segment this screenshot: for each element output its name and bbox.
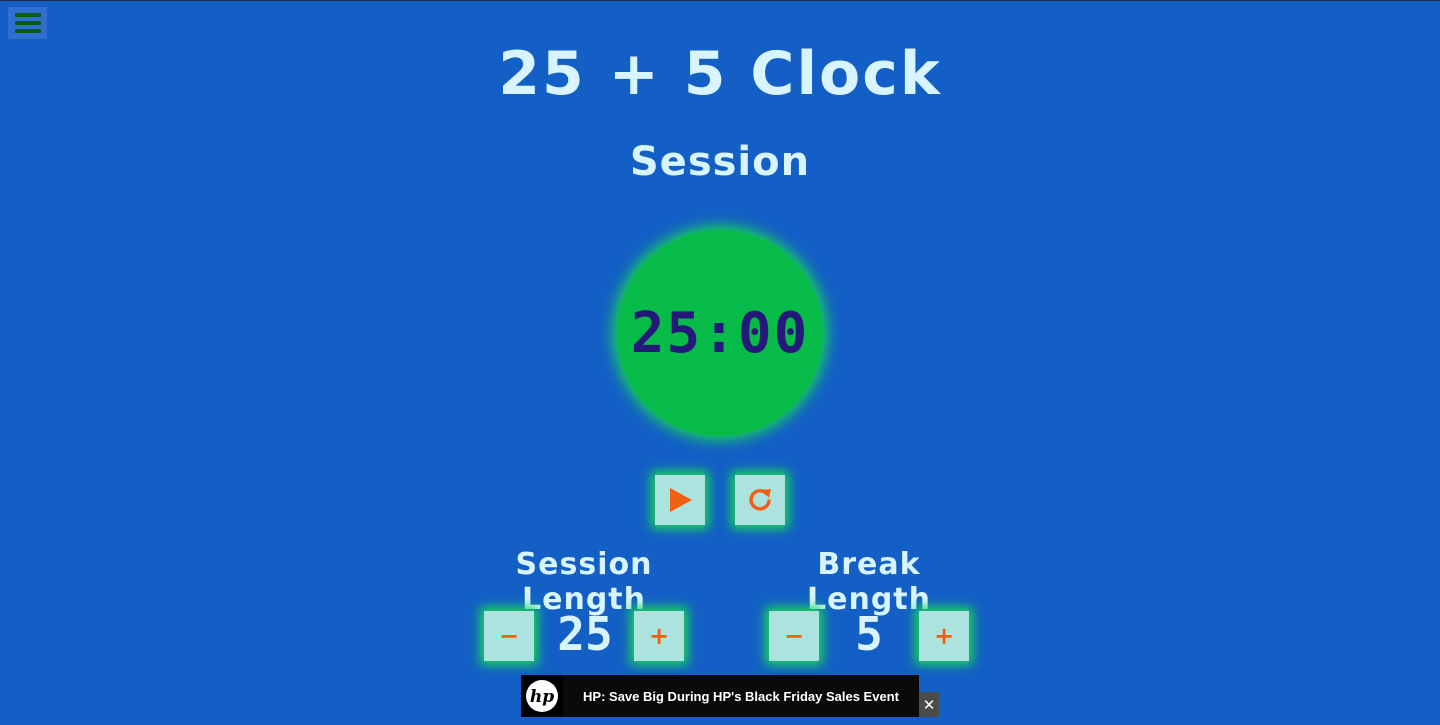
page-title: 25 + 5 Clock bbox=[498, 39, 942, 109]
session-decrement-button[interactable]: − bbox=[484, 611, 534, 661]
break-increment-button[interactable]: + bbox=[919, 611, 969, 661]
menu-bar bbox=[14, 21, 41, 25]
ad-text: HP: Save Big During HP's Black Friday Sa… bbox=[583, 688, 899, 704]
menu-bar bbox=[14, 29, 41, 33]
clock-face: 25:00 bbox=[617, 230, 823, 436]
break-length-value: 5 bbox=[855, 607, 883, 661]
start-stop-button[interactable] bbox=[655, 475, 705, 525]
reset-icon bbox=[749, 489, 771, 511]
session-length-value: 25 bbox=[557, 607, 613, 661]
hamburger-menu-button[interactable] bbox=[8, 7, 47, 39]
reset-button[interactable] bbox=[735, 475, 785, 525]
timer-mode-label: Session bbox=[629, 139, 811, 185]
svg-text:hp: hp bbox=[530, 687, 554, 707]
session-increment-button[interactable]: + bbox=[634, 611, 684, 661]
play-icon bbox=[670, 488, 692, 512]
hp-logo-icon: hp bbox=[521, 675, 563, 717]
ad-close-button[interactable]: ✕ bbox=[919, 692, 939, 717]
break-decrement-button[interactable]: − bbox=[769, 611, 819, 661]
ad-banner[interactable]: hp HP: Save Big During HP's Black Friday… bbox=[521, 675, 919, 717]
menu-bar bbox=[14, 13, 41, 17]
time-left: 25:00 bbox=[630, 300, 810, 366]
